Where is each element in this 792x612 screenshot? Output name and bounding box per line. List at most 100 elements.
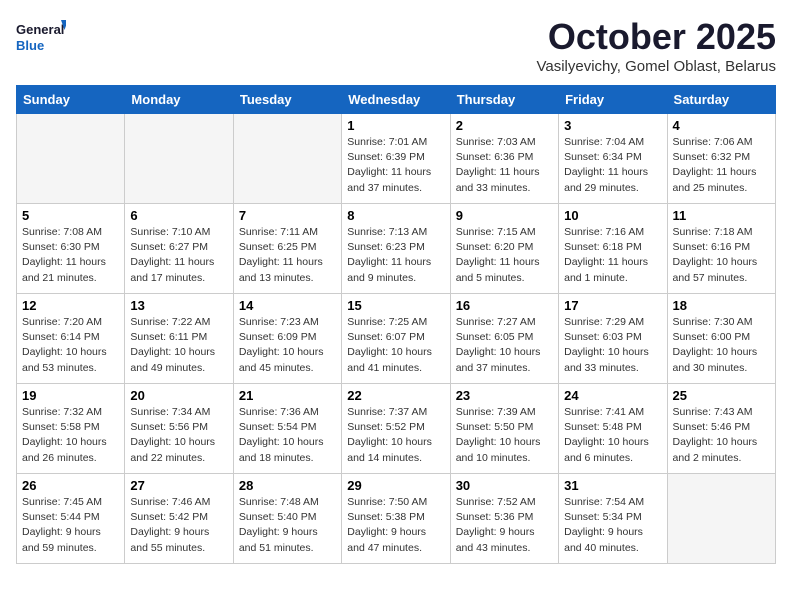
day-info: Sunrise: 7:06 AM Sunset: 6:32 PM Dayligh… — [673, 135, 770, 196]
calendar-cell — [125, 114, 233, 204]
day-number: 23 — [456, 388, 553, 403]
day-number: 14 — [239, 298, 336, 313]
calendar-week-row: 5 Sunrise: 7:08 AM Sunset: 6:30 PM Daylig… — [17, 204, 776, 294]
day-number: 29 — [347, 478, 444, 493]
day-number: 25 — [673, 388, 770, 403]
day-number: 3 — [564, 118, 661, 133]
day-number: 16 — [456, 298, 553, 313]
calendar-week-row: 12 Sunrise: 7:20 AM Sunset: 6:14 PM Dayli… — [17, 294, 776, 384]
day-number: 19 — [22, 388, 119, 403]
calendar-cell: 11 Sunrise: 7:18 AM Sunset: 6:16 PM Dayli… — [667, 204, 775, 294]
calendar-cell: 23 Sunrise: 7:39 AM Sunset: 5:50 PM Dayli… — [450, 384, 558, 474]
day-number: 4 — [673, 118, 770, 133]
day-info: Sunrise: 7:18 AM Sunset: 6:16 PM Dayligh… — [673, 225, 770, 286]
day-number: 9 — [456, 208, 553, 223]
day-info: Sunrise: 7:54 AM Sunset: 5:34 PM Dayligh… — [564, 495, 661, 556]
svg-text:General: General — [16, 22, 64, 37]
month-title: October 2025 — [536, 16, 776, 58]
day-info: Sunrise: 7:13 AM Sunset: 6:23 PM Dayligh… — [347, 225, 444, 286]
weekday-header: Tuesday — [233, 86, 341, 114]
calendar-cell: 16 Sunrise: 7:27 AM Sunset: 6:05 PM Dayli… — [450, 294, 558, 384]
calendar-week-row: 19 Sunrise: 7:32 AM Sunset: 5:58 PM Dayli… — [17, 384, 776, 474]
day-info: Sunrise: 7:11 AM Sunset: 6:25 PM Dayligh… — [239, 225, 336, 286]
calendar-cell: 1Sunrise: 7:01 AM Sunset: 6:39 PM Daylig… — [342, 114, 450, 204]
calendar-cell: 28 Sunrise: 7:48 AM Sunset: 5:40 PM Dayli… — [233, 474, 341, 564]
day-number: 6 — [130, 208, 227, 223]
day-info: Sunrise: 7:29 AM Sunset: 6:03 PM Dayligh… — [564, 315, 661, 376]
calendar-cell: 27 Sunrise: 7:46 AM Sunset: 5:42 PM Dayli… — [125, 474, 233, 564]
day-number: 18 — [673, 298, 770, 313]
day-info: Sunrise: 7:45 AM Sunset: 5:44 PM Dayligh… — [22, 495, 119, 556]
day-info: Sunrise: 7:27 AM Sunset: 6:05 PM Dayligh… — [456, 315, 553, 376]
day-number: 12 — [22, 298, 119, 313]
day-number: 11 — [673, 208, 770, 223]
day-number: 26 — [22, 478, 119, 493]
day-number: 20 — [130, 388, 227, 403]
day-info: Sunrise: 7:01 AM Sunset: 6:39 PM Dayligh… — [347, 135, 444, 196]
weekday-header: Saturday — [667, 86, 775, 114]
weekday-header: Sunday — [17, 86, 125, 114]
day-info: Sunrise: 7:32 AM Sunset: 5:58 PM Dayligh… — [22, 405, 119, 466]
day-info: Sunrise: 7:25 AM Sunset: 6:07 PM Dayligh… — [347, 315, 444, 376]
day-info: Sunrise: 7:03 AM Sunset: 6:36 PM Dayligh… — [456, 135, 553, 196]
calendar-table: SundayMondayTuesdayWednesdayThursdayFrid… — [16, 85, 776, 564]
day-number: 8 — [347, 208, 444, 223]
day-number: 21 — [239, 388, 336, 403]
weekday-header: Wednesday — [342, 86, 450, 114]
calendar-week-row: 26 Sunrise: 7:45 AM Sunset: 5:44 PM Dayli… — [17, 474, 776, 564]
day-info: Sunrise: 7:50 AM Sunset: 5:38 PM Dayligh… — [347, 495, 444, 556]
calendar-cell: 14Sunrise: 7:23 AM Sunset: 6:09 PM Dayli… — [233, 294, 341, 384]
day-number: 5 — [22, 208, 119, 223]
day-info: Sunrise: 7:10 AM Sunset: 6:27 PM Dayligh… — [130, 225, 227, 286]
header: General Blue October 2025 Vasilyevichy, … — [16, 16, 776, 75]
day-info: Sunrise: 7:16 AM Sunset: 6:18 PM Dayligh… — [564, 225, 661, 286]
calendar-cell: 21Sunrise: 7:36 AM Sunset: 5:54 PM Dayli… — [233, 384, 341, 474]
calendar-cell: 25 Sunrise: 7:43 AM Sunset: 5:46 PM Dayli… — [667, 384, 775, 474]
calendar-cell: 30Sunrise: 7:52 AM Sunset: 5:36 PM Dayli… — [450, 474, 558, 564]
calendar-cell: 7Sunrise: 7:11 AM Sunset: 6:25 PM Daylig… — [233, 204, 341, 294]
day-info: Sunrise: 7:39 AM Sunset: 5:50 PM Dayligh… — [456, 405, 553, 466]
calendar-cell: 31 Sunrise: 7:54 AM Sunset: 5:34 PM Dayli… — [559, 474, 667, 564]
day-number: 31 — [564, 478, 661, 493]
day-info: Sunrise: 7:48 AM Sunset: 5:40 PM Dayligh… — [239, 495, 336, 556]
day-info: Sunrise: 7:52 AM Sunset: 5:36 PM Dayligh… — [456, 495, 553, 556]
calendar-cell: 26 Sunrise: 7:45 AM Sunset: 5:44 PM Dayli… — [17, 474, 125, 564]
day-number: 13 — [130, 298, 227, 313]
day-number: 15 — [347, 298, 444, 313]
day-number: 22 — [347, 388, 444, 403]
day-info: Sunrise: 7:43 AM Sunset: 5:46 PM Dayligh… — [673, 405, 770, 466]
calendar-cell: 18Sunrise: 7:30 AM Sunset: 6:00 PM Dayli… — [667, 294, 775, 384]
day-number: 28 — [239, 478, 336, 493]
day-info: Sunrise: 7:34 AM Sunset: 5:56 PM Dayligh… — [130, 405, 227, 466]
calendar-cell: 12 Sunrise: 7:20 AM Sunset: 6:14 PM Dayli… — [17, 294, 125, 384]
calendar-cell: 17Sunrise: 7:29 AM Sunset: 6:03 PM Dayli… — [559, 294, 667, 384]
day-info: Sunrise: 7:46 AM Sunset: 5:42 PM Dayligh… — [130, 495, 227, 556]
location-subtitle: Vasilyevichy, Gomel Oblast, Belarus — [536, 58, 776, 75]
calendar-cell — [233, 114, 341, 204]
calendar-cell: 22 Sunrise: 7:37 AM Sunset: 5:52 PM Dayli… — [342, 384, 450, 474]
calendar-cell: 9 Sunrise: 7:15 AM Sunset: 6:20 PM Daylig… — [450, 204, 558, 294]
day-info: Sunrise: 7:41 AM Sunset: 5:48 PM Dayligh… — [564, 405, 661, 466]
calendar-cell: 19 Sunrise: 7:32 AM Sunset: 5:58 PM Dayli… — [17, 384, 125, 474]
calendar-cell: 3Sunrise: 7:04 AM Sunset: 6:34 PM Daylig… — [559, 114, 667, 204]
day-number: 27 — [130, 478, 227, 493]
day-info: Sunrise: 7:08 AM Sunset: 6:30 PM Dayligh… — [22, 225, 119, 286]
calendar-cell: 20 Sunrise: 7:34 AM Sunset: 5:56 PM Dayli… — [125, 384, 233, 474]
day-number: 2 — [456, 118, 553, 133]
calendar-week-row: 1Sunrise: 7:01 AM Sunset: 6:39 PM Daylig… — [17, 114, 776, 204]
day-info: Sunrise: 7:37 AM Sunset: 5:52 PM Dayligh… — [347, 405, 444, 466]
calendar-cell: 4 Sunrise: 7:06 AM Sunset: 6:32 PM Daylig… — [667, 114, 775, 204]
calendar-cell: 5 Sunrise: 7:08 AM Sunset: 6:30 PM Daylig… — [17, 204, 125, 294]
calendar-cell: 15 Sunrise: 7:25 AM Sunset: 6:07 PM Dayli… — [342, 294, 450, 384]
svg-text:Blue: Blue — [16, 38, 44, 53]
day-info: Sunrise: 7:20 AM Sunset: 6:14 PM Dayligh… — [22, 315, 119, 376]
title-area: October 2025 Vasilyevichy, Gomel Oblast,… — [536, 16, 776, 75]
logo-svg: General Blue — [16, 16, 66, 60]
calendar-cell — [17, 114, 125, 204]
weekday-header: Friday — [559, 86, 667, 114]
logo: General Blue — [16, 16, 66, 60]
calendar-cell: 2 Sunrise: 7:03 AM Sunset: 6:36 PM Daylig… — [450, 114, 558, 204]
calendar-cell: 13 Sunrise: 7:22 AM Sunset: 6:11 PM Dayli… — [125, 294, 233, 384]
day-info: Sunrise: 7:15 AM Sunset: 6:20 PM Dayligh… — [456, 225, 553, 286]
day-info: Sunrise: 7:22 AM Sunset: 6:11 PM Dayligh… — [130, 315, 227, 376]
